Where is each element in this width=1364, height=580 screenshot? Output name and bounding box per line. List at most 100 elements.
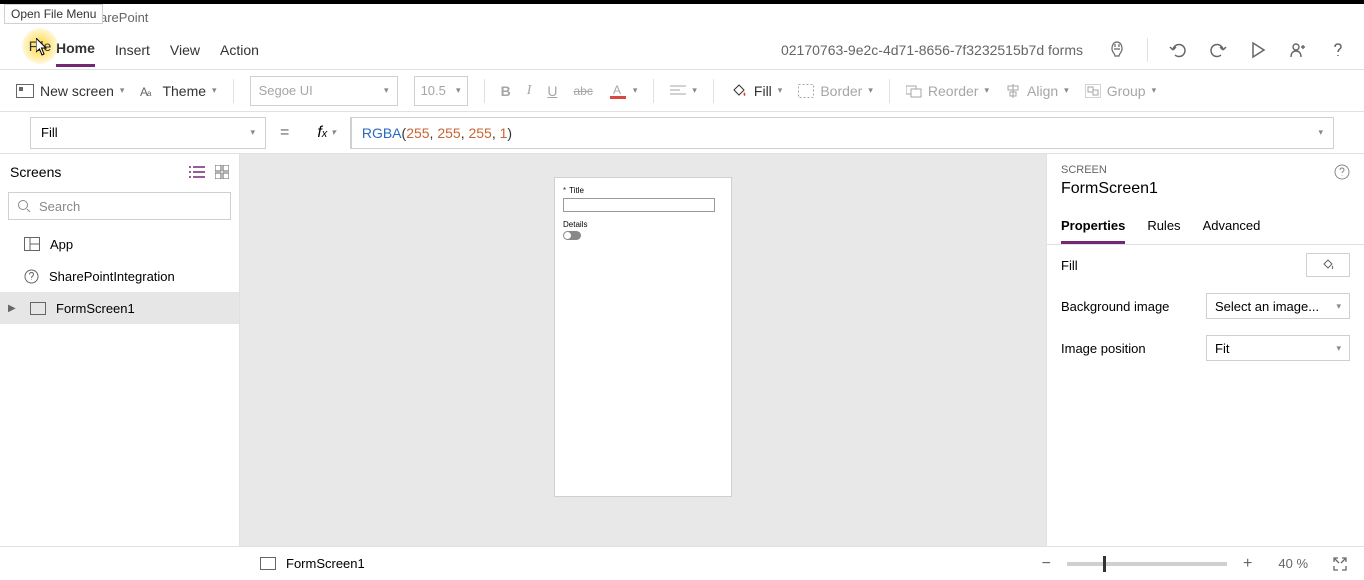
group-button[interactable]: Group ▾ <box>1085 83 1156 99</box>
fullscreen-icon[interactable] <box>1332 556 1348 572</box>
status-bar: FormScreen1 − + 40 % <box>0 546 1364 580</box>
bg-image-select[interactable]: Select an image... ▾ <box>1206 293 1350 319</box>
fx-button[interactable]: fx ▾ <box>303 117 350 149</box>
bold-button[interactable]: B <box>501 83 511 99</box>
tab-rules[interactable]: Rules <box>1147 210 1180 244</box>
font-family-select[interactable]: Segoe UI ▾ <box>250 76 398 106</box>
underline-button[interactable]: U <box>547 83 557 99</box>
help-icon[interactable] <box>1328 40 1348 60</box>
tab-advanced[interactable]: Advanced <box>1203 210 1261 244</box>
formula-bar: Fill ▾ = fx ▾ RGBA(255, 255, 255, 1) ▾ <box>0 112 1364 154</box>
search-icon <box>17 199 31 213</box>
tab-properties[interactable]: Properties <box>1061 210 1125 244</box>
prop-label: Image position <box>1061 341 1146 356</box>
chevron-down-icon: ▾ <box>633 85 638 96</box>
cursor-icon <box>36 38 50 56</box>
property-selector[interactable]: Fill ▾ <box>30 117 266 149</box>
paint-bucket-icon <box>730 82 748 100</box>
align-objects-button[interactable]: Align ▾ <box>1005 83 1069 99</box>
text-align-button[interactable]: ▾ <box>670 84 697 98</box>
prop-fill: Fill <box>1047 245 1364 285</box>
separator <box>233 79 234 103</box>
separator <box>889 79 890 103</box>
prop-label: Background image <box>1061 299 1169 314</box>
theme-button[interactable]: Aa Theme ▾ <box>140 83 216 99</box>
chevron-down-icon[interactable]: ▾ <box>1318 127 1323 138</box>
tab-insert[interactable]: Insert <box>115 34 150 66</box>
fill-color-button[interactable]: Fill ▾ <box>730 82 782 100</box>
details-toggle[interactable] <box>563 231 581 240</box>
redo-icon[interactable] <box>1208 40 1228 60</box>
share-icon[interactable] <box>1288 40 1308 60</box>
font-color-button[interactable]: A ▾ <box>609 82 638 100</box>
image-position-select[interactable]: Fit ▾ <box>1206 335 1350 361</box>
toggle-knob <box>564 232 571 239</box>
zoom-in-button[interactable]: + <box>1237 555 1258 573</box>
chevron-down-icon: ▾ <box>868 85 873 96</box>
tree-item-sharepoint[interactable]: SharePointIntegration <box>0 260 239 292</box>
chevron-down-icon: ▾ <box>1152 85 1157 96</box>
font-size-select[interactable]: 10.5 ▾ <box>414 76 468 106</box>
tree-view-panel: Screens Search App SharePointIntegration… <box>0 154 240 546</box>
form-screen-preview[interactable]: * Title Details <box>555 178 731 496</box>
theme-label: Theme <box>162 83 206 99</box>
expand-toggle[interactable]: ▶ <box>8 303 16 314</box>
play-icon[interactable] <box>1248 40 1268 60</box>
tree-search-input[interactable]: Search <box>8 192 231 220</box>
bg-image-value: Select an image... <box>1215 299 1319 314</box>
question-circle-icon <box>24 269 39 284</box>
border-button[interactable]: Border ▾ <box>798 83 873 99</box>
field-label: Details <box>563 220 723 229</box>
title-input[interactable] <box>563 198 715 212</box>
font-size-value: 10.5 <box>421 83 446 98</box>
element-name: FormScreen1 <box>1061 180 1158 198</box>
app-checker-icon[interactable] <box>1107 40 1127 60</box>
chevron-down-icon: ▾ <box>120 85 125 96</box>
document-title: 02170763-9e2c-4d71-8656-7f3232515b7d for… <box>781 42 1083 58</box>
properties-header: SCREEN FormScreen1 <box>1047 154 1364 202</box>
properties-panel: SCREEN FormScreen1 Properties Rules Adva… <box>1046 154 1364 546</box>
zoom-out-button[interactable]: − <box>1036 555 1057 573</box>
italic-button[interactable]: I <box>527 83 532 99</box>
equals-sign: = <box>280 124 289 142</box>
file-menu-hover-area: Open File Menu File <box>4 4 103 64</box>
tab-view[interactable]: View <box>170 34 200 66</box>
new-screen-button[interactable]: New screen ▾ <box>16 83 124 99</box>
reorder-button[interactable]: Reorder ▾ <box>906 83 989 99</box>
new-screen-label: New screen <box>40 83 114 99</box>
help-circle-icon[interactable] <box>1334 164 1350 180</box>
chevron-down-icon: ▾ <box>1064 85 1069 96</box>
tree-item-label: App <box>50 237 73 252</box>
app-icon <box>24 237 40 251</box>
reorder-icon <box>906 84 922 98</box>
form-field-title: * Title <box>563 186 723 195</box>
paint-icon <box>1321 258 1335 272</box>
strikethrough-button[interactable]: abc <box>573 84 592 98</box>
main-area: Screens Search App SharePointIntegration… <box>0 154 1364 546</box>
field-label: Title <box>569 186 584 195</box>
chevron-down-icon: ▾ <box>456 85 461 96</box>
border-icon <box>798 84 814 98</box>
chevron-down-icon: ▾ <box>778 85 783 96</box>
element-type: SCREEN <box>1061 164 1158 176</box>
reorder-label: Reorder <box>928 83 979 99</box>
undo-icon[interactable] <box>1168 40 1188 60</box>
tree-item-app[interactable]: App <box>0 228 239 260</box>
align-icon <box>670 84 686 98</box>
tab-action[interactable]: Action <box>220 34 259 66</box>
file-menu-tooltip: Open File Menu <box>4 4 103 24</box>
tree-item-formscreen1[interactable]: FormScreen1 <box>0 292 239 324</box>
formula-input[interactable]: RGBA(255, 255, 255, 1) ▾ <box>351 117 1334 149</box>
align-objects-icon <box>1005 84 1021 98</box>
fill-color-picker[interactable] <box>1306 253 1350 277</box>
new-screen-icon <box>16 84 34 98</box>
file-menu-highlight[interactable]: File <box>22 28 58 64</box>
canvas[interactable]: * Title Details <box>240 154 1046 546</box>
zoom-thumb[interactable] <box>1103 556 1106 572</box>
prop-bg-image: Background image Select an image... ▾ <box>1047 285 1364 327</box>
grid-view-icon[interactable] <box>215 165 229 179</box>
separator <box>484 79 485 103</box>
theme-icon: Aa <box>140 84 156 98</box>
zoom-slider[interactable] <box>1067 562 1227 566</box>
list-view-icon[interactable] <box>189 165 205 179</box>
